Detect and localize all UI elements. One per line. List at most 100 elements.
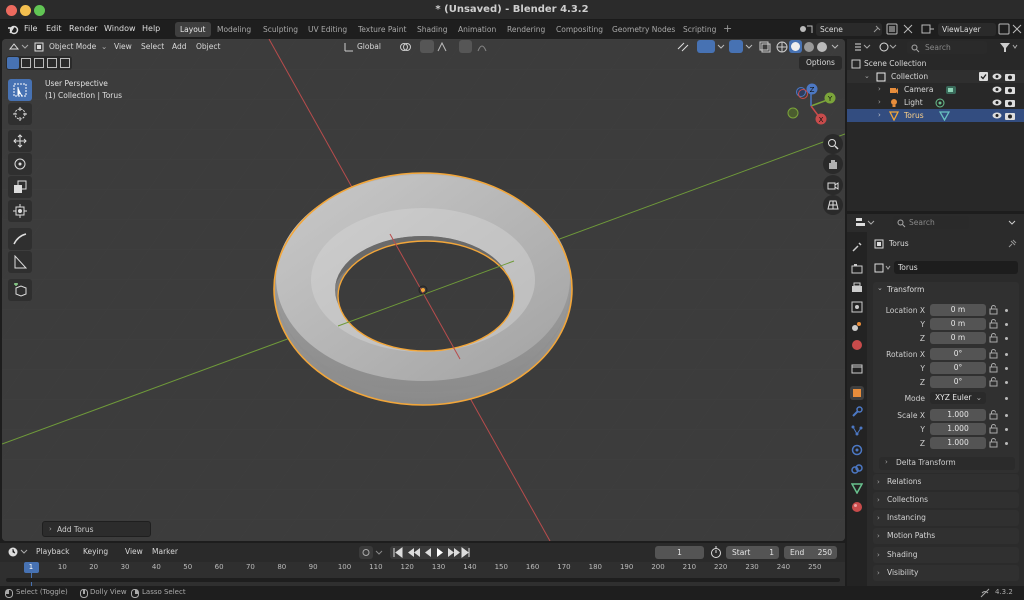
lock-icon[interactable] [989,438,998,448]
start-frame-field[interactable]: Start 1 [726,546,779,559]
eye-icon[interactable] [992,98,1002,107]
location-y-field[interactable]: 0 m [930,318,986,330]
scale-x-field[interactable]: 1.000 [930,409,986,421]
chevron-down-icon[interactable] [1007,218,1017,228]
constraints-tab-icon[interactable] [850,462,864,476]
visibility-panel[interactable]: › Visibility [873,565,1019,581]
material-tab-icon[interactable] [850,500,864,514]
keyframe-dot[interactable] [1005,397,1008,400]
menu-marker[interactable]: Marker [149,546,181,558]
tree-row-collection[interactable]: ⌄ Collection [847,70,1024,83]
wireframe-shading-icon[interactable] [776,41,788,53]
checkbox-icon[interactable] [979,72,988,81]
playback-controls-icons[interactable] [392,547,470,558]
filter-icon[interactable] [999,41,1019,53]
eye-icon[interactable] [992,111,1002,120]
keyframe-dot[interactable] [1005,309,1008,312]
scene-tab-icon[interactable] [850,319,864,333]
chevron-right-icon[interactable]: › [878,83,881,96]
rotation-y-field[interactable]: 0° [930,362,986,374]
last-operator-panel[interactable]: › Add Torus [42,521,151,537]
scale-z-field[interactable]: 1.000 [930,437,986,449]
remove-scene-icon[interactable] [902,23,914,35]
tab-modeling[interactable]: Modeling [212,22,256,37]
chevron-right-icon[interactable]: › [878,96,881,109]
tab-shading[interactable]: Shading [412,22,452,37]
tree-row-torus[interactable]: › Torus [847,109,1024,122]
proportional-edit-toggle[interactable] [459,40,472,53]
navigation-gizmo[interactable]: Y Z X [784,81,844,131]
keyframe-dot[interactable] [1005,367,1008,370]
keyframe-dot[interactable] [1005,381,1008,384]
auto-keying-toggle[interactable] [359,546,373,559]
keyframe-dot[interactable] [1005,442,1008,445]
perspective-grid-icon[interactable] [823,195,843,215]
menu-window[interactable]: Window [104,24,136,33]
physics-tab-icon[interactable] [850,443,864,457]
snap-target-icon[interactable] [436,41,458,53]
rotation-x-field[interactable]: 0° [930,348,986,360]
solid-shading-button[interactable] [789,40,802,53]
menu-render[interactable]: Render [69,24,97,33]
editor-type-icon[interactable] [8,546,28,558]
select-new-button[interactable] [7,57,19,69]
rotation-mode-dropdown[interactable]: XYZ Euler ⌄ [930,392,986,404]
location-z-field[interactable]: 0 m [930,332,986,344]
blender-logo-icon[interactable] [7,24,19,35]
orientation-dropdown[interactable]: Global [354,41,384,53]
measure-tool[interactable] [8,251,32,273]
light-data-icon[interactable] [935,98,945,108]
menu-edit[interactable]: Edit [46,24,62,33]
menu-keying[interactable]: Keying [80,546,111,558]
tree-row-light[interactable]: › Light [847,96,1024,109]
menu-timeline-view[interactable]: View [122,546,146,558]
material-preview-icon[interactable] [803,41,815,53]
view-layer-tab-icon[interactable] [850,300,864,314]
collections-panel[interactable]: › Collections [873,492,1019,508]
render-tab-icon[interactable] [850,262,864,276]
menu-view[interactable]: View [111,41,135,53]
camera-data-icon[interactable] [945,84,957,95]
tab-scripting[interactable]: Scripting [678,22,721,37]
lock-icon[interactable] [989,410,998,420]
tree-row-scene-collection[interactable]: Scene Collection [847,57,1024,70]
world-tab-icon[interactable] [850,338,864,352]
select-subtract-button[interactable] [34,58,44,68]
chevron-down-icon[interactable] [830,41,840,53]
modifier-tab-icon[interactable] [850,405,864,419]
scale-tool[interactable] [8,176,32,198]
editor-type-icon[interactable] [853,41,871,53]
lock-icon[interactable] [989,363,998,373]
lock-icon[interactable] [989,305,998,315]
xray-icon[interactable] [759,41,771,53]
zoom-icon[interactable] [823,134,843,154]
rotate-tool[interactable] [8,153,32,175]
render-camera-icon[interactable] [1005,72,1015,81]
timeline-scrollbar[interactable] [6,578,840,582]
chevron-right-icon[interactable]: › [878,109,881,122]
select-extend-button[interactable] [21,58,31,68]
render-camera-icon[interactable] [1005,111,1015,120]
lock-icon[interactable] [989,333,998,343]
select-intersect-button[interactable] [60,58,70,68]
render-camera-icon[interactable] [1005,85,1015,94]
location-x-field[interactable]: 0 m [930,304,986,316]
lock-icon[interactable] [989,377,998,387]
transform-header[interactable]: Transform [887,285,924,294]
tab-texture-paint[interactable]: Texture Paint [353,22,411,37]
render-camera-icon[interactable] [1005,98,1015,107]
select-invert-button[interactable] [47,58,57,68]
view-layer-icon[interactable] [920,23,936,36]
mode-dropdown[interactable]: Object Mode [46,41,99,53]
tab-animation[interactable]: Animation [453,22,501,37]
output-tab-icon[interactable] [850,281,864,295]
chevron-down-icon[interactable] [716,41,726,53]
chevron-down-icon[interactable] [744,41,754,53]
tab-uv-editing[interactable]: UV Editing [303,22,352,37]
editor-type-icon[interactable] [855,217,875,229]
relations-panel[interactable]: › Relations [873,474,1019,490]
object-browse-icon[interactable] [874,263,892,273]
rendered-shading-icon[interactable] [816,41,828,53]
tool-tab-icon[interactable] [850,240,864,254]
add-workspace-icon[interactable]: + [723,22,732,35]
